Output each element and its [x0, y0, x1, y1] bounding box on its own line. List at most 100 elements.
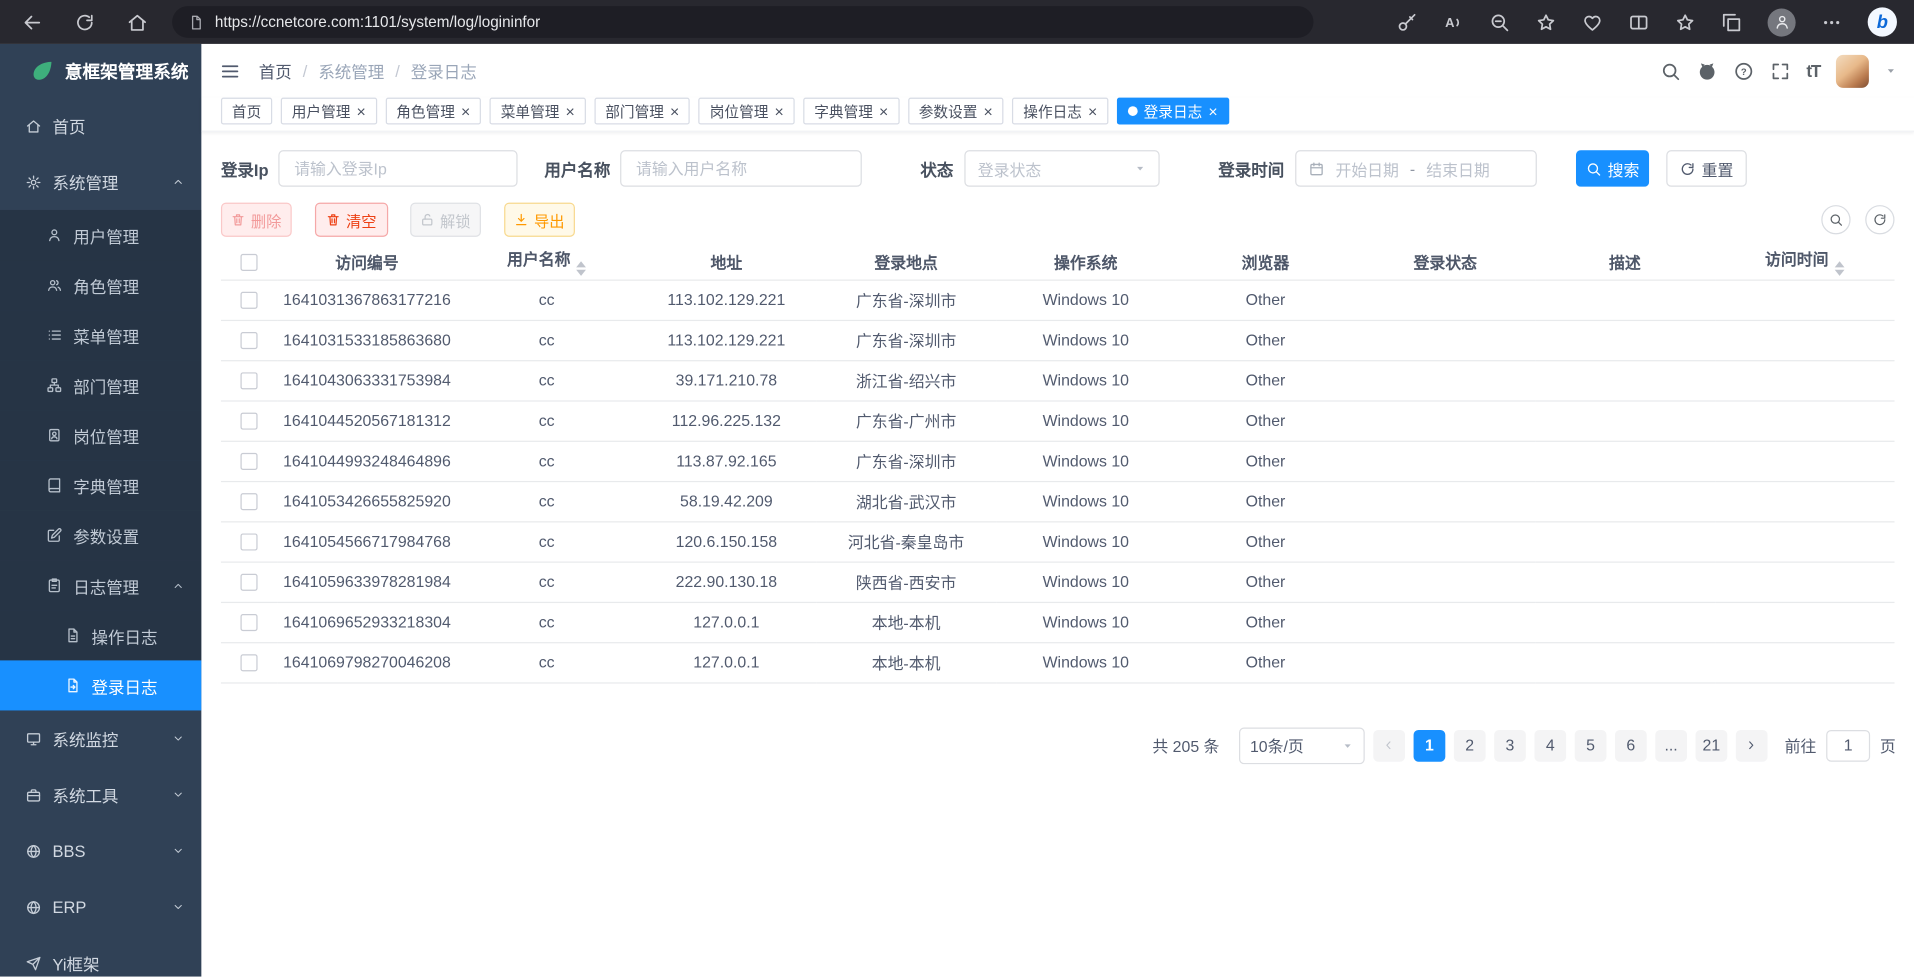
tab-dict-mgmt[interactable]: 字典管理× — [803, 98, 899, 125]
login-ip-input[interactable] — [278, 150, 517, 187]
refresh-icon[interactable] — [74, 12, 95, 33]
delete-button[interactable]: 删除 — [221, 203, 292, 237]
toggle-search-button[interactable] — [1821, 205, 1850, 234]
row-checkbox[interactable] — [240, 332, 257, 349]
page-button-5[interactable]: 5 — [1575, 729, 1607, 761]
table-row[interactable]: 1641043063331753984cc39.171.210.78浙江省-绍兴… — [221, 360, 1895, 400]
column-header[interactable]: 访问时间 — [1715, 244, 1895, 279]
back-arrow-icon[interactable] — [22, 12, 43, 33]
read-aloud-icon[interactable]: A — [1443, 12, 1464, 33]
table-row[interactable]: 1641044520567181312cc112.96.225.132广东省-广… — [221, 400, 1895, 440]
close-icon[interactable]: × — [1088, 103, 1097, 119]
tab-role-mgmt[interactable]: 角色管理× — [385, 98, 481, 125]
site-info-icon[interactable] — [188, 14, 204, 30]
sort-icon[interactable] — [1835, 262, 1845, 277]
close-icon[interactable]: × — [461, 103, 470, 119]
row-checkbox[interactable] — [240, 574, 257, 591]
close-icon[interactable]: × — [774, 103, 783, 119]
tab-param-settings[interactable]: 参数设置× — [908, 98, 1004, 125]
home-icon[interactable] — [127, 12, 148, 33]
row-checkbox[interactable] — [240, 453, 257, 470]
row-checkbox[interactable] — [240, 413, 257, 430]
user-name-input[interactable] — [620, 150, 862, 187]
close-icon[interactable]: × — [670, 103, 679, 119]
page-button-4[interactable]: 4 — [1534, 729, 1566, 761]
tab-operation-log[interactable]: 操作日志× — [1012, 98, 1108, 125]
fullscreen-icon[interactable] — [1770, 60, 1791, 81]
row-checkbox[interactable] — [240, 494, 257, 511]
breadcrumb-item[interactable]: 系统管理 — [318, 59, 384, 83]
sidebar-item-dept-mgmt[interactable]: 部门管理 — [0, 360, 201, 410]
page-button-3[interactable]: 3 — [1494, 729, 1526, 761]
sidebar-item-operation-log[interactable]: 操作日志 — [0, 610, 201, 660]
settings-ellipsis-icon[interactable] — [1821, 12, 1842, 33]
row-checkbox[interactable] — [240, 373, 257, 390]
login-time-range-picker[interactable]: 开始日期 - 结束日期 — [1295, 150, 1537, 187]
sidebar-item-param-settings[interactable]: 参数设置 — [0, 510, 201, 560]
row-checkbox[interactable] — [240, 614, 257, 631]
tab-menu-mgmt[interactable]: 菜单管理× — [490, 98, 586, 125]
sort-icon[interactable] — [577, 262, 587, 277]
search-icon[interactable] — [1660, 60, 1681, 81]
prev-page-button[interactable] — [1373, 729, 1405, 761]
row-checkbox[interactable] — [240, 655, 257, 672]
table-row[interactable]: 1641044993248464896cc113.87.92.165广东省-深圳… — [221, 441, 1895, 481]
bing-icon[interactable]: b — [1868, 7, 1897, 36]
table-row[interactable]: 1641031367863177216cc113.102.129.221广东省-… — [221, 280, 1895, 320]
sidebar-item-system-monitor[interactable]: 系统监控 — [0, 710, 201, 766]
sidebar-item-post-mgmt[interactable]: 岗位管理 — [0, 410, 201, 460]
select-all-checkbox[interactable] — [240, 254, 257, 271]
sidebar-item-yi-framework[interactable]: Yi框架 — [0, 935, 201, 977]
browser-essentials-icon[interactable] — [1582, 12, 1603, 33]
table-row[interactable]: 1641059633978281984cc222.90.130.18陕西省-西安… — [221, 562, 1895, 602]
page-button-6[interactable]: 6 — [1615, 729, 1647, 761]
profile-icon[interactable] — [1768, 8, 1796, 36]
url-text[interactable]: https://ccnetcore.com:1101/system/log/lo… — [215, 13, 540, 30]
page-ellipsis[interactable]: ... — [1655, 729, 1687, 761]
page-button-1[interactable]: 1 — [1414, 729, 1446, 761]
breadcrumb-item[interactable]: 登录日志 — [411, 59, 477, 83]
sidebar-item-login-log[interactable]: 登录日志 — [0, 660, 201, 710]
breadcrumb-item[interactable]: 首页 — [259, 59, 292, 83]
sidebar-item-menu-mgmt[interactable]: 菜单管理 — [0, 310, 201, 360]
sidebar-item-user-mgmt[interactable]: 用户管理 — [0, 210, 201, 260]
tab-login-log[interactable]: 登录日志× — [1117, 98, 1229, 125]
table-row[interactable]: 1641054566717984768cc120.6.150.158河北省-秦皇… — [221, 521, 1895, 561]
goto-page-input[interactable] — [1826, 729, 1870, 761]
row-checkbox[interactable] — [240, 292, 257, 309]
sidebar-item-dict-mgmt[interactable]: 字典管理 — [0, 460, 201, 510]
table-row[interactable]: 1641069798270046208cc127.0.0.1本地-本机Windo… — [221, 642, 1895, 682]
tab-home[interactable]: 首页 — [221, 98, 272, 125]
zoom-out-icon[interactable] — [1489, 12, 1510, 33]
column-header[interactable]: 用户名称 — [457, 244, 637, 279]
unlock-button[interactable]: 解锁 — [410, 203, 481, 237]
app-logo[interactable]: 意框架管理系统 — [0, 44, 201, 98]
sidebar-item-role-mgmt[interactable]: 角色管理 — [0, 260, 201, 310]
table-row[interactable]: 1641053426655825920cc58.19.42.209湖北省-武汉市… — [221, 481, 1895, 521]
page-size-select[interactable]: 10条/页 — [1239, 727, 1365, 764]
favorites-bar-icon[interactable] — [1675, 12, 1696, 33]
table-row[interactable]: 1641031533185863680cc113.102.129.221广东省-… — [221, 320, 1895, 360]
close-icon[interactable]: × — [356, 103, 365, 119]
split-screen-icon[interactable] — [1628, 12, 1649, 33]
address-bar[interactable]: https://ccnetcore.com:1101/system/log/lo… — [172, 6, 1313, 38]
close-icon[interactable]: × — [565, 103, 574, 119]
sidebar-item-home[interactable]: 首页 — [0, 98, 201, 154]
status-select[interactable]: 登录状态 — [964, 150, 1159, 187]
help-icon[interactable]: ? — [1733, 60, 1754, 81]
sidebar-item-system-tools[interactable]: 系统工具 — [0, 767, 201, 823]
export-button[interactable]: 导出 — [504, 203, 575, 237]
github-icon[interactable] — [1697, 60, 1718, 81]
page-button-2[interactable]: 2 — [1454, 729, 1486, 761]
tab-dept-mgmt[interactable]: 部门管理× — [594, 98, 690, 125]
sidebar-item-system-mgmt[interactable]: 系统管理 — [0, 154, 201, 210]
sidebar-item-bbs[interactable]: BBS — [0, 823, 201, 879]
sidebar-toggle-icon[interactable] — [220, 60, 241, 81]
table-row[interactable]: 1641069652933218304cc127.0.0.1本地-本机Windo… — [221, 602, 1895, 642]
search-button[interactable]: 搜索 — [1576, 150, 1649, 187]
close-icon[interactable]: × — [1208, 103, 1217, 119]
avatar[interactable] — [1836, 54, 1869, 87]
sidebar-item-log-mgmt[interactable]: 日志管理 — [0, 560, 201, 610]
sidebar-item-erp[interactable]: ERP — [0, 879, 201, 935]
favorites-add-icon[interactable] — [1536, 12, 1557, 33]
